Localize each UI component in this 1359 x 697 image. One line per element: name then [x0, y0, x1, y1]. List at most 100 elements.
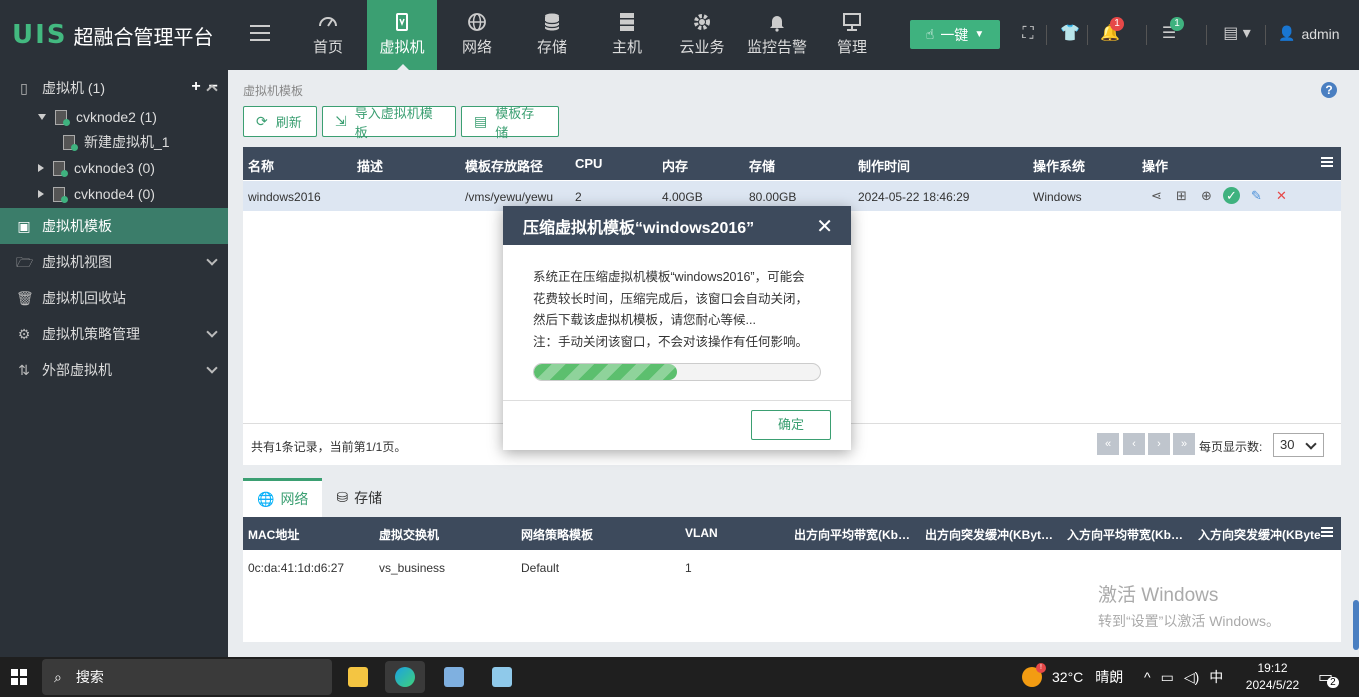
scrollbar[interactable] — [1353, 600, 1359, 650]
weather-widget[interactable]: ! 32°C 晴朗 — [1022, 657, 1123, 697]
calendar-dropdown-icon[interactable]: ▤ ▾ — [1218, 25, 1256, 43]
theme-shirt-icon[interactable]: 👕 — [1060, 25, 1080, 43]
notification-center[interactable]: ▭ 2 — [1318, 657, 1339, 697]
sidebar-item-vm-template[interactable]: ▣ 虚拟机模板 — [0, 208, 228, 244]
database-icon: ⛁ — [336, 489, 349, 505]
notepad-app[interactable] — [482, 661, 522, 693]
col-out-burst[interactable]: 出方向突发缓冲(KByt… — [925, 526, 1053, 543]
col-time[interactable]: 制作时间 — [858, 156, 910, 175]
add-icon[interactable]: + — [191, 78, 200, 96]
tree-node-cvknode2[interactable]: cvknode2 (1) — [38, 104, 157, 130]
last-page-icon[interactable]: » — [1173, 433, 1195, 455]
chevron-up-icon[interactable]: ^ — [1144, 669, 1151, 685]
sidebar-item-vm-view[interactable]: 🗁 虚拟机视图 — [0, 244, 228, 280]
clock[interactable]: 19:12 2024/5/22 — [1240, 660, 1305, 694]
fullscreen-icon[interactable]: ⛶ — [1019, 25, 1037, 43]
nav-monitor[interactable]: 监控告警 — [742, 0, 812, 70]
nav-vm[interactable]: 虚拟机 — [367, 0, 437, 70]
refresh-button[interactable]: ⟳ 刷新 — [243, 106, 317, 137]
tree-node-cvknode4[interactable]: cvknode4 (0) — [38, 181, 155, 207]
page-size-select[interactable]: 30 — [1273, 433, 1324, 457]
col-mac[interactable]: MAC地址 — [248, 526, 299, 543]
sidebar-item-external-vm[interactable]: ⇅ 外部虚拟机 — [0, 352, 228, 388]
import-template-button[interactable]: ⇲ 导入虚拟机模板 — [322, 106, 456, 140]
column-menu-icon[interactable] — [1321, 157, 1333, 167]
next-page-icon[interactable]: › — [1148, 433, 1170, 455]
share-icon[interactable]: ⋖ — [1148, 187, 1165, 204]
sidebar-item-recycle-bin[interactable]: 🗑 虚拟机回收站 — [0, 280, 228, 316]
col-in-avg[interactable]: 入方向平均带宽(Kb… — [1067, 526, 1183, 543]
nav-host[interactable]: 主机 — [592, 0, 662, 70]
user-menu[interactable]: 👤 admin — [1278, 25, 1340, 42]
app-logo[interactable]: UIS 超融合管理平台 — [12, 20, 214, 50]
expand-caret-icon[interactable] — [38, 190, 44, 198]
onekey-button[interactable]: ☝ 一键 ▼ — [910, 20, 1000, 49]
ok-button[interactable]: 确定 — [751, 410, 831, 440]
col-vswitch[interactable]: 虚拟交换机 — [379, 526, 439, 543]
table-row[interactable]: 0c:da:41:1d:d6:27 vs_business Default 1 — [243, 552, 1341, 580]
top-navbar: UIS 超融合管理平台 首页 虚拟机 网络 存储 主机 云业务 监控告警 管理 … — [0, 0, 1359, 70]
tree-node-label: cvknode3 (0) — [74, 160, 155, 176]
alarm-bell-icon[interactable]: 🔔 1 — [1100, 17, 1124, 43]
prev-page-icon[interactable]: ‹ — [1123, 433, 1145, 455]
nav-network[interactable]: 网络 — [442, 0, 512, 70]
cell-mac: 0c:da:41:1d:d6:27 — [248, 561, 345, 575]
sidebar-item-vm-policy[interactable]: ⚙ 虚拟机策略管理 — [0, 316, 228, 352]
tab-network[interactable]: 🌐 网络 — [243, 478, 323, 517]
edit-icon[interactable]: ✎ — [1248, 187, 1265, 204]
col-policy[interactable]: 网络策略模板 — [521, 526, 593, 543]
tree-node-cvknode3[interactable]: cvknode3 (0) — [38, 155, 155, 181]
chevron-down-icon[interactable] — [206, 254, 218, 266]
windows-start-icon[interactable] — [11, 669, 27, 685]
detail-tabs: 🌐 网络 ⛁ 存储 — [243, 478, 396, 517]
close-icon[interactable]: ✕ — [816, 214, 833, 239]
sidebar-vm-root[interactable]: ▯ 虚拟机 (1) + − — [0, 70, 228, 106]
chevron-down-icon[interactable] — [206, 362, 218, 374]
file-explorer-app[interactable] — [338, 661, 378, 693]
tab-label: 网络 — [280, 491, 309, 507]
col-path[interactable]: 模板存放路径 — [465, 156, 543, 175]
task-list-icon[interactable]: ☰ 1 — [1160, 17, 1184, 43]
col-desc[interactable]: 描述 — [357, 156, 383, 175]
col-cpu[interactable]: CPU — [575, 156, 602, 171]
page-size-label: 每页显示数: — [1199, 440, 1263, 454]
menu-toggle-icon[interactable] — [250, 25, 270, 41]
col-in-burst[interactable]: 入方向突发缓冲(KByte — [1198, 526, 1321, 543]
network-icon[interactable]: ▭ — [1161, 669, 1174, 686]
nav-home[interactable]: 首页 — [293, 0, 363, 70]
col-os[interactable]: 操作系统 — [1033, 156, 1085, 175]
nav-manage[interactable]: 管理 — [817, 0, 887, 70]
nav-storage[interactable]: 存储 — [517, 0, 587, 70]
check-icon[interactable]: ✓ — [1223, 187, 1240, 204]
expand-caret-icon[interactable] — [38, 114, 46, 120]
ime-indicator[interactable]: 中 — [1209, 667, 1223, 687]
help-icon[interactable]: ? — [1321, 82, 1337, 98]
expand-caret-icon[interactable] — [38, 164, 44, 172]
col-mem[interactable]: 内存 — [662, 156, 688, 175]
col-out-avg[interactable]: 出方向平均带宽(Kb… — [794, 526, 910, 543]
col-name[interactable]: 名称 — [248, 156, 274, 175]
vm-icon: ▯ — [20, 80, 28, 96]
download-icon[interactable]: ⊕ — [1198, 187, 1215, 204]
template-storage-button[interactable]: ▤ 模板存储 — [461, 106, 559, 140]
tab-storage[interactable]: ⛁ 存储 — [322, 478, 396, 517]
nav-cloud-label: 云业务 — [679, 39, 725, 56]
edge-browser-app[interactable] — [385, 661, 425, 693]
nav-cloud[interactable]: 云业务 — [667, 0, 737, 70]
delete-icon[interactable]: ✕ — [1273, 187, 1290, 204]
cell-mem: 4.00GB — [662, 190, 703, 204]
column-menu-icon[interactable] — [1321, 527, 1333, 537]
col-storage[interactable]: 存储 — [749, 156, 775, 175]
tab-label: 存储 — [354, 489, 383, 506]
col-vlan[interactable]: VLAN — [685, 526, 718, 540]
tree-node-vm[interactable]: 新建虚拟机_1 — [62, 129, 170, 155]
search-icon: ⌕ — [54, 668, 62, 685]
chevron-down-icon[interactable] — [206, 326, 218, 338]
monitor-icon — [843, 13, 861, 31]
deploy-icon[interactable]: ⊞ — [1173, 187, 1190, 204]
taskbar-search[interactable]: ⌕ 搜索 — [42, 659, 332, 695]
volume-icon[interactable]: ◁) — [1184, 669, 1199, 686]
first-page-icon[interactable]: « — [1097, 433, 1119, 455]
remote-app[interactable] — [434, 661, 474, 693]
compress-dialog: 压缩虚拟机模板“windows2016” ✕ 系统正在压缩虚拟机模板“windo… — [503, 206, 851, 450]
